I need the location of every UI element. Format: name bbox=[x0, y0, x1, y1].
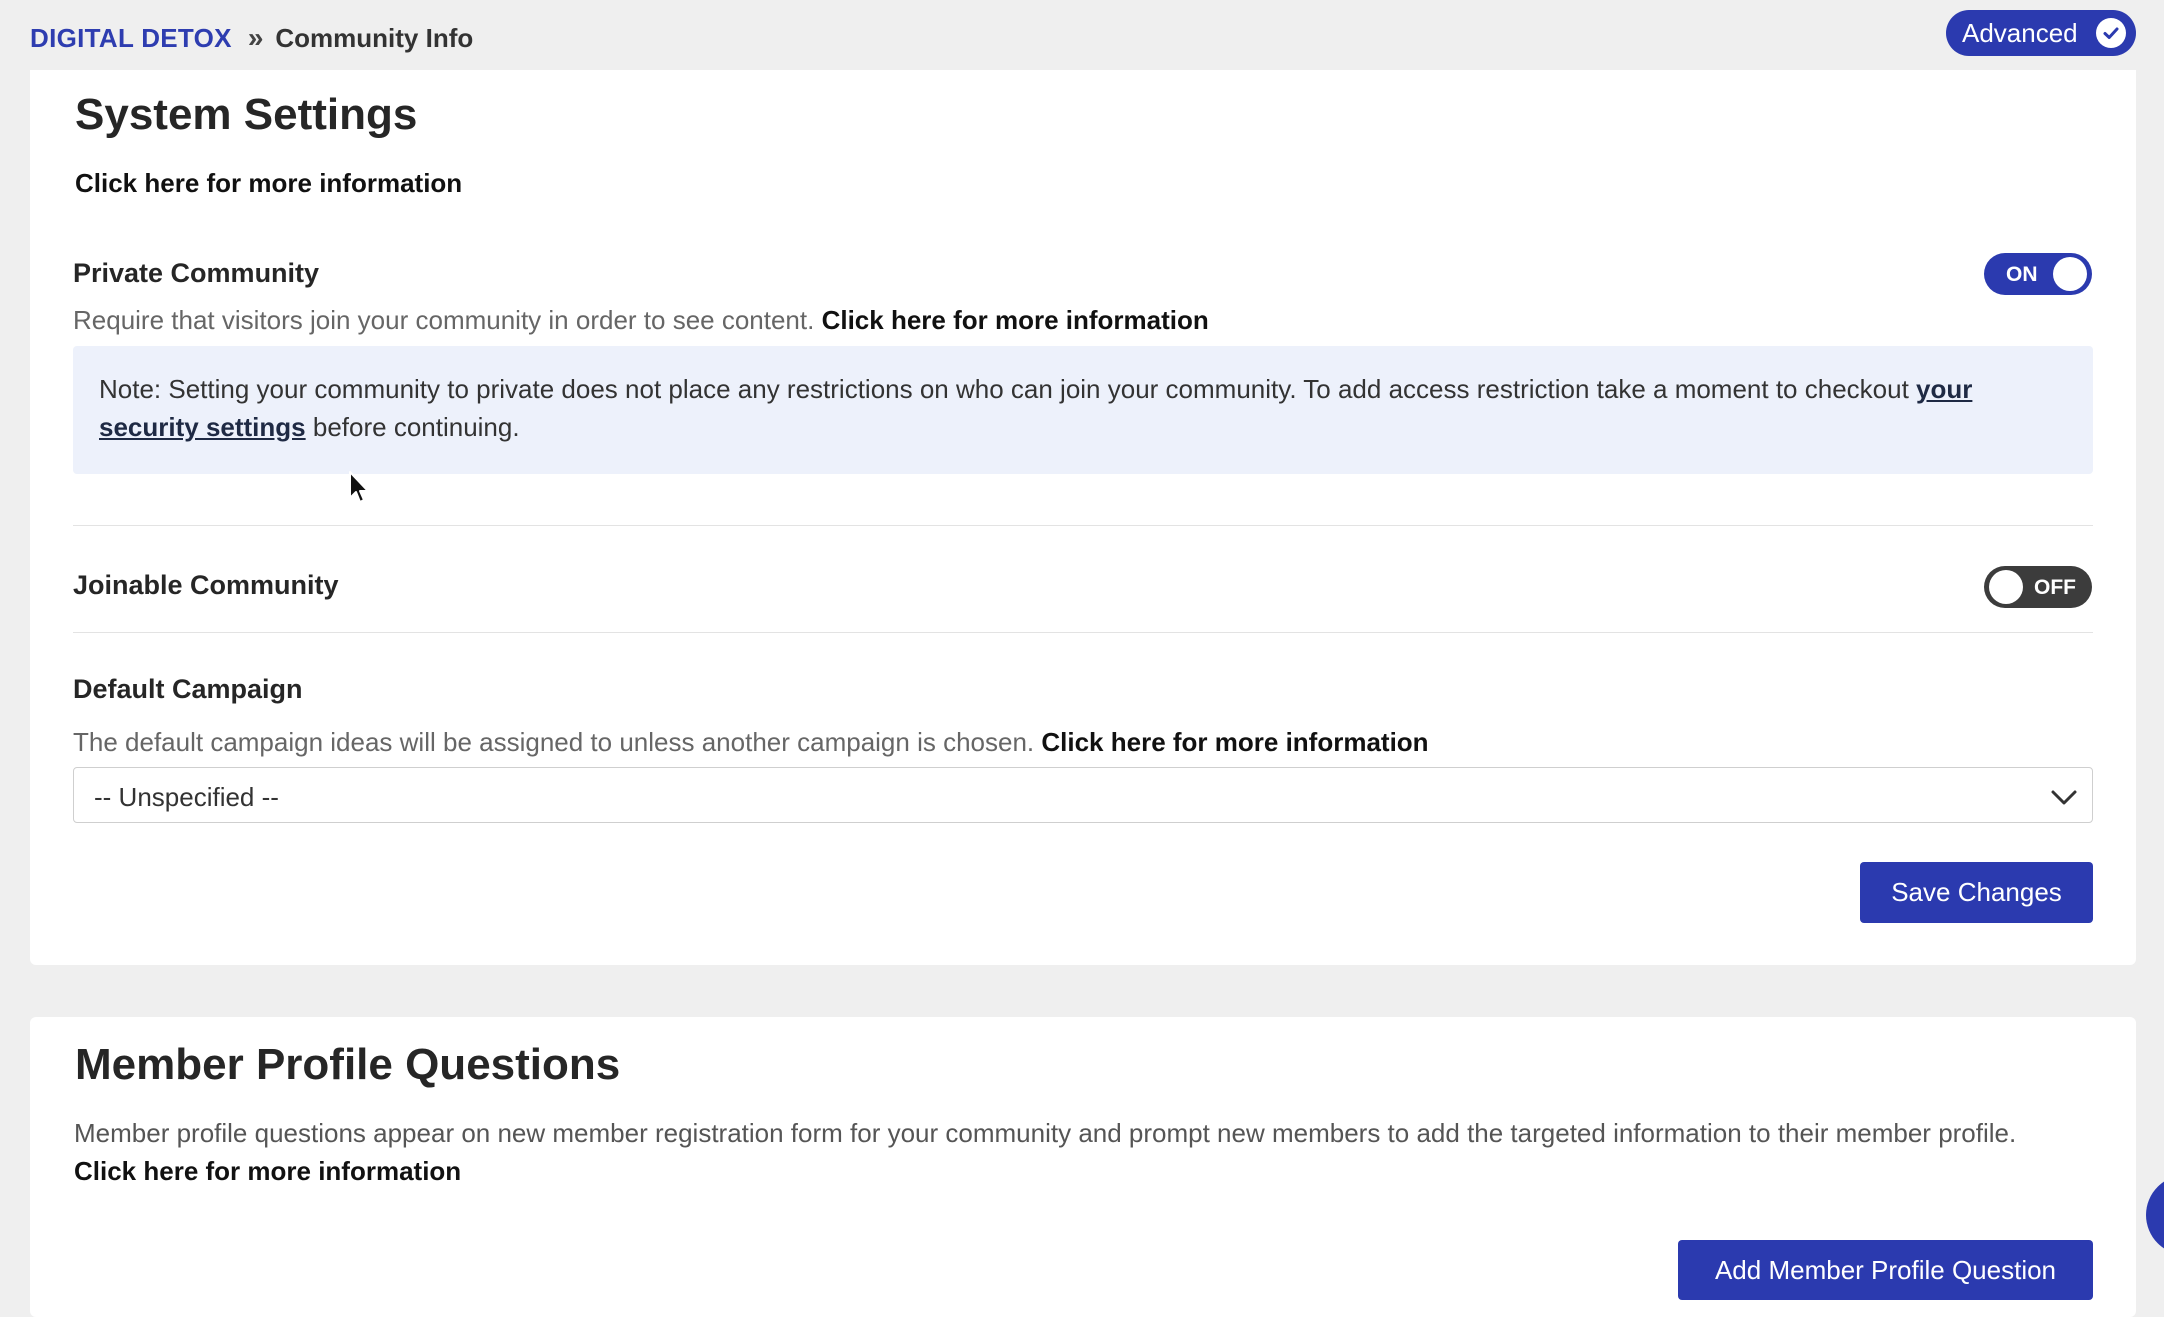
mouse-cursor-icon bbox=[348, 470, 372, 511]
default-campaign-info-link[interactable]: Click here for more information bbox=[1041, 727, 1428, 757]
save-changes-button[interactable]: Save Changes bbox=[1860, 862, 2093, 923]
joinable-community-title: Joinable Community bbox=[73, 570, 339, 600]
member-profile-info-link[interactable]: Click here for more information bbox=[74, 1156, 461, 1186]
check-circle-icon bbox=[2096, 18, 2126, 48]
toggle-knob bbox=[1989, 570, 2023, 604]
breadcrumb-current: Community Info bbox=[275, 22, 474, 53]
default-campaign-select[interactable]: -- Unspecified -- bbox=[73, 767, 2093, 823]
private-community-title: Private Community bbox=[73, 258, 320, 288]
private-community-note: Note: Setting your community to private … bbox=[73, 346, 2093, 474]
advanced-label: Advanced bbox=[1962, 17, 2078, 48]
divider bbox=[73, 525, 2093, 526]
default-campaign-selected: -- Unspecified -- bbox=[94, 782, 279, 812]
private-community-toggle[interactable]: ON bbox=[1984, 253, 2092, 295]
toggle-label: ON bbox=[2006, 263, 2038, 286]
note-text: Note: Setting your community to private … bbox=[99, 374, 1909, 404]
breadcrumb-home-link[interactable]: DIGITAL DETOX bbox=[30, 23, 232, 54]
private-community-description-text: Require that visitors join your communit… bbox=[73, 305, 815, 335]
breadcrumb: DIGITAL DETOX » Community Info bbox=[30, 22, 473, 54]
chevron-down-icon bbox=[2050, 784, 2078, 815]
system-settings-info-link[interactable]: Click here for more information bbox=[75, 168, 462, 199]
private-community-info-link[interactable]: Click here for more information bbox=[822, 305, 1209, 335]
system-settings-title: System Settings bbox=[75, 90, 418, 139]
member-profile-description: Member profile questions appear on new m… bbox=[74, 1114, 2084, 1190]
top-bar: DIGITAL DETOX » Community Info Advanced bbox=[0, 0, 2164, 70]
add-member-profile-question-button[interactable]: Add Member Profile Question bbox=[1678, 1240, 2093, 1300]
default-campaign-title: Default Campaign bbox=[73, 674, 303, 704]
note-suffix: before continuing. bbox=[312, 412, 520, 442]
default-campaign-description-text: The default campaign ideas will be assig… bbox=[73, 727, 1035, 757]
advanced-mode-button[interactable]: Advanced bbox=[1946, 10, 2136, 56]
divider bbox=[73, 632, 2093, 633]
toggle-label: OFF bbox=[2034, 576, 2076, 599]
member-profile-card: Member Profile Questions Member profile … bbox=[30, 1017, 2136, 1317]
private-community-description: Require that visitors join your communit… bbox=[73, 305, 1209, 336]
default-campaign-description: The default campaign ideas will be assig… bbox=[73, 727, 1429, 758]
member-profile-description-text: Member profile questions appear on new m… bbox=[74, 1118, 2017, 1148]
help-widget-button[interactable] bbox=[2146, 1175, 2164, 1255]
toggle-knob bbox=[2053, 257, 2087, 291]
breadcrumb-separator: » bbox=[247, 22, 264, 53]
system-settings-card: System Settings Click here for more info… bbox=[30, 70, 2136, 965]
joinable-community-toggle[interactable]: OFF bbox=[1984, 566, 2092, 608]
member-profile-title: Member Profile Questions bbox=[75, 1040, 621, 1089]
